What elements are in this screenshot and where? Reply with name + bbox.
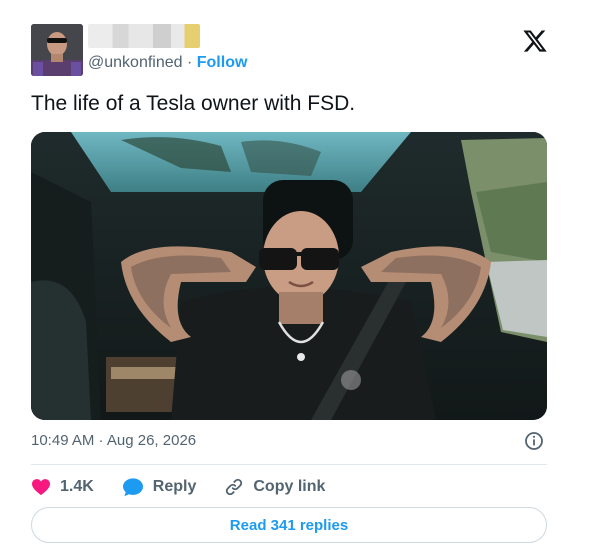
video-thumbnail: [31, 132, 547, 420]
heart-icon: [32, 479, 50, 496]
author-handle-row: @unkonfined · Follow: [88, 54, 247, 72]
tweet-actions: 1.4K Reply Copy link: [31, 476, 353, 498]
info-icon[interactable]: [524, 431, 544, 451]
tweet-timestamp[interactable]: 10:49 AM · Aug 26, 2026: [31, 432, 196, 449]
tweet-text: The life of a Tesla owner with FSD.: [31, 92, 356, 115]
copy-link-label: Copy link: [253, 478, 326, 495]
like-button[interactable]: 1.4K: [31, 478, 94, 496]
tweet-media-video[interactable]: [31, 132, 547, 420]
author-avatar[interactable]: [31, 24, 83, 76]
author-name-redacted: [88, 24, 200, 48]
avatar-image: [31, 24, 83, 76]
copy-link-button[interactable]: Copy link: [224, 477, 325, 497]
reply-button[interactable]: Reply: [122, 477, 197, 497]
follow-button[interactable]: Follow: [197, 54, 248, 71]
speech-bubble-icon: [122, 478, 143, 497]
divider: [31, 464, 547, 465]
handle-separator: ·: [182, 54, 197, 71]
reply-label: Reply: [152, 478, 197, 495]
read-replies-button[interactable]: Read 341 replies: [31, 507, 547, 543]
link-icon: [226, 478, 243, 496]
x-logo-icon[interactable]: [522, 28, 548, 54]
like-count: 1.4K: [60, 478, 94, 495]
author-handle[interactable]: @unkonfined: [88, 54, 183, 71]
read-replies-label: Read 341 replies: [229, 516, 349, 534]
